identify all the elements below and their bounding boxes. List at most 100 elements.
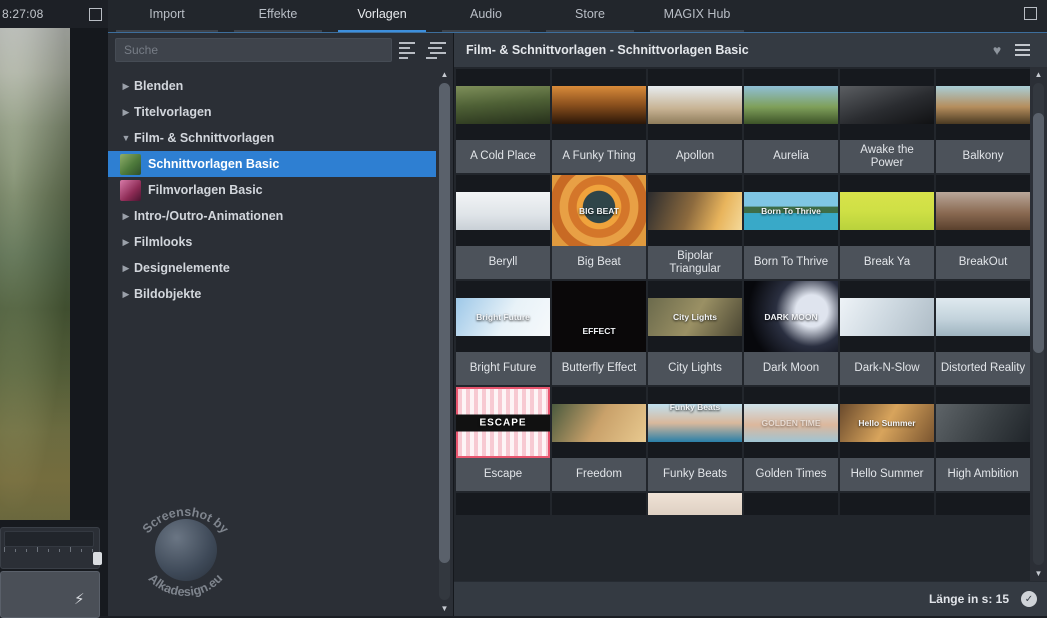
- tab-import[interactable]: Import: [108, 1, 226, 32]
- template-label: Apollon: [648, 140, 742, 173]
- tab-magix-hub[interactable]: MAGIX Hub: [642, 1, 752, 32]
- template-cell-dark-n-slow[interactable]: Dark-N-Slow: [840, 281, 934, 385]
- template-cell-aurelia[interactable]: Aurelia: [744, 69, 838, 173]
- grid-row: Bright Future Bright Future EFFECT Butte…: [456, 281, 1030, 385]
- template-thumbnail: [936, 69, 1030, 140]
- scroll-up-icon[interactable]: ▲: [441, 67, 449, 82]
- template-cell-big-beat[interactable]: BIG BEAT Big Beat: [552, 175, 646, 279]
- tree-item-filmvorlagen-basic[interactable]: Filmvorlagen Basic: [108, 177, 436, 203]
- template-cell-breakout[interactable]: BreakOut: [936, 175, 1030, 279]
- tree-item-titelvorlagen[interactable]: ▶ Titelvorlagen: [108, 99, 436, 125]
- template-label: Aurelia: [744, 140, 838, 173]
- chevron-right-icon: ▶: [122, 210, 130, 221]
- template-cell-freedom[interactable]: Freedom: [552, 387, 646, 491]
- template-cell-partial[interactable]: [456, 493, 550, 515]
- timeline-ticks: [4, 545, 94, 552]
- template-cell-partial[interactable]: [552, 493, 646, 515]
- scroll-up-icon[interactable]: ▲: [1035, 67, 1043, 82]
- search-input[interactable]: [124, 43, 383, 57]
- tree-item-blenden[interactable]: ▶ Blenden: [108, 73, 436, 99]
- tab-effekte[interactable]: Effekte: [226, 1, 330, 32]
- template-cell-funky-beats[interactable]: Funky Beats Funky Beats: [648, 387, 742, 491]
- heart-icon[interactable]: ♥: [984, 42, 1010, 58]
- checkmark-icon[interactable]: ✓: [1021, 591, 1037, 607]
- preview-background: [70, 28, 108, 520]
- template-label: Bipolar Triangular: [648, 246, 742, 279]
- template-cell-distorted-reality[interactable]: Distorted Reality: [936, 281, 1030, 385]
- hamburger-menu-icon[interactable]: [1010, 41, 1039, 59]
- template-cell-bipolar-triangular[interactable]: Bipolar Triangular: [648, 175, 742, 279]
- template-cell-awake-the-power[interactable]: Awake the Power: [840, 69, 934, 173]
- template-label: Distorted Reality: [936, 352, 1030, 385]
- template-cell-partial[interactable]: [936, 493, 1030, 515]
- template-thumbnail: Bright Future: [456, 281, 550, 352]
- tab-magix-hub-label: MAGIX Hub: [663, 7, 731, 21]
- category-browser: ▶ Blenden ▶ Titelvorlagen ▼ Film- & Schn…: [108, 33, 454, 616]
- template-label: City Lights: [648, 352, 742, 385]
- search-field[interactable]: [115, 38, 392, 62]
- square-icon[interactable]: [89, 7, 102, 21]
- tree-item-schnittvorlagen-basic[interactable]: Schnittvorlagen Basic: [108, 151, 436, 177]
- search-row: [108, 33, 453, 67]
- grid-scrollbar[interactable]: ▲ ▼: [1030, 67, 1047, 581]
- template-cell-partial[interactable]: [648, 493, 742, 515]
- template-cell-high-ambition[interactable]: High Ambition: [936, 387, 1030, 491]
- tab-vorlagen[interactable]: Vorlagen: [330, 1, 434, 32]
- scroll-down-icon[interactable]: ▼: [441, 601, 449, 616]
- tab-bar: Import Effekte Vorlagen Audio Store MAGI…: [108, 0, 1047, 32]
- template-label: Funky Beats: [648, 458, 742, 491]
- tree-item-filmlooks[interactable]: ▶ Filmlooks: [108, 229, 436, 255]
- tab-vorlagen-label: Vorlagen: [357, 7, 407, 21]
- grid-scroll-thumb[interactable]: [1033, 113, 1044, 353]
- left-preview-strip: 8:27:08 ⚡: [0, 0, 108, 618]
- tab-audio[interactable]: Audio: [434, 1, 538, 32]
- template-cell-a-funky-thing[interactable]: A Funky Thing: [552, 69, 646, 173]
- template-label: BreakOut: [936, 246, 1030, 279]
- template-cell-beryll[interactable]: Beryll: [456, 175, 550, 279]
- category-thumbnail: [120, 153, 141, 175]
- tree-scroll-track[interactable]: [439, 83, 450, 600]
- template-label: Escape: [456, 458, 550, 491]
- status-bar: Länge in s: 15 ✓: [454, 581, 1047, 616]
- sort-list-icon[interactable]: [426, 41, 446, 59]
- template-cell-balkony[interactable]: Balkony: [936, 69, 1030, 173]
- timeline-slider-handle[interactable]: [93, 552, 102, 565]
- tree-item-designelemente[interactable]: ▶ Designelemente: [108, 255, 436, 281]
- template-cell-partial[interactable]: [744, 493, 838, 515]
- tab-store[interactable]: Store: [538, 1, 642, 32]
- grid-scroll-track[interactable]: [1033, 83, 1044, 565]
- grid-row: A Cold Place A Funky Thing Apollon Aurel…: [456, 69, 1030, 173]
- template-thumbnail: [648, 69, 742, 140]
- tree-item-intro-outro-animationen[interactable]: ▶ Intro-/Outro-Animationen: [108, 203, 436, 229]
- template-cell-butterfly-effect[interactable]: EFFECT Butterfly Effect: [552, 281, 646, 385]
- template-cell-a-cold-place[interactable]: A Cold Place: [456, 69, 550, 173]
- template-thumbnail: ESCAPE: [456, 387, 550, 458]
- template-cell-golden-times[interactable]: GOLDEN TIME Golden Times: [744, 387, 838, 491]
- template-cell-city-lights[interactable]: City Lights City Lights: [648, 281, 742, 385]
- scroll-down-icon[interactable]: ▼: [1035, 566, 1043, 581]
- template-label: Golden Times: [744, 458, 838, 491]
- template-cell-break-ya[interactable]: Break Ya: [840, 175, 934, 279]
- template-thumbnail: DARK MOON: [744, 281, 838, 352]
- list-view-icon[interactable]: [399, 41, 419, 59]
- chevron-right-icon: ▶: [122, 236, 130, 247]
- timeline-scrollbar[interactable]: [4, 553, 94, 564]
- template-content: Film- & Schnittvorlagen - Schnittvorlage…: [454, 33, 1047, 616]
- template-cell-apollon[interactable]: Apollon: [648, 69, 742, 173]
- tree-item-film-schnittvorlagen[interactable]: ▼ Film- & Schnittvorlagen: [108, 125, 436, 151]
- template-cell-escape[interactable]: ESCAPE Escape: [456, 387, 550, 491]
- template-cell-dark-moon[interactable]: DARK MOON Dark Moon: [744, 281, 838, 385]
- tree-scroll-thumb[interactable]: [439, 83, 450, 563]
- chevron-right-icon: ▶: [122, 288, 130, 299]
- template-cell-partial[interactable]: [840, 493, 934, 515]
- template-cell-born-to-thrive[interactable]: Born To Thrive Born To Thrive: [744, 175, 838, 279]
- template-cell-hello-summer[interactable]: Hello Summer Hello Summer: [840, 387, 934, 491]
- template-label: Dark-N-Slow: [840, 352, 934, 385]
- template-label: Dark Moon: [744, 352, 838, 385]
- restore-window-icon[interactable]: [1024, 7, 1037, 20]
- template-cell-bright-future[interactable]: Bright Future Bright Future: [456, 281, 550, 385]
- tree-item-bildobjekte[interactable]: ▶ Bildobjekte: [108, 281, 436, 307]
- tree-scrollbar[interactable]: ▲ ▼: [436, 67, 453, 616]
- template-thumbnail: [840, 493, 934, 515]
- lightning-bolt-icon[interactable]: ⚡: [74, 592, 85, 607]
